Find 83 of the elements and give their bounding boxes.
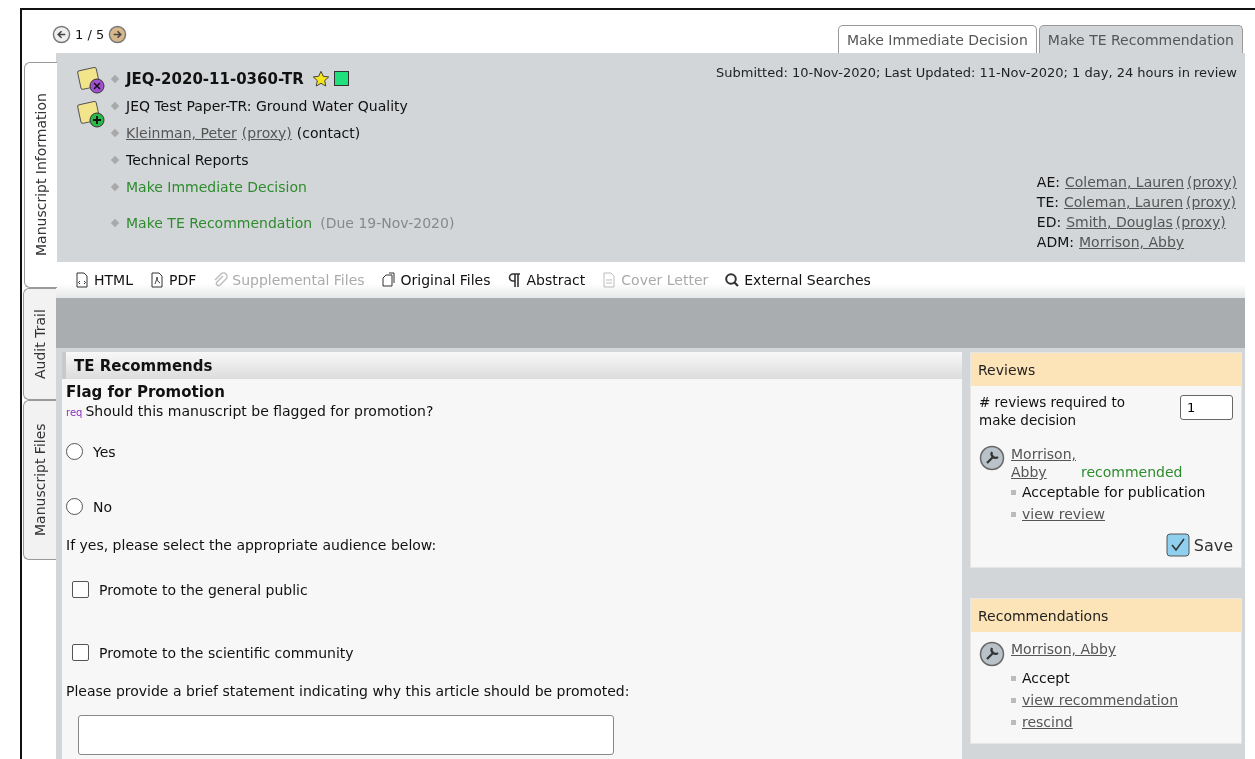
side-tab[interactable]: Manuscript Information	[24, 62, 57, 288]
star-icon[interactable]	[311, 69, 330, 88]
due-date: (Due 19-Nov-2020)	[320, 214, 455, 231]
radio-option[interactable]: No	[66, 498, 958, 515]
review-history: Submitted: 10-Nov-2020; Last Updated: 11-Nov-2020; 1 day, 24 hours in review	[715, 65, 1237, 80]
reviewer-link[interactable]: Morrison, Abby	[1011, 641, 1117, 667]
panel-title: Reviews	[971, 353, 1241, 386]
audience-prompt: If yes, please select the appropriate audience below:	[66, 537, 438, 553]
add-note-icon[interactable]	[76, 99, 106, 129]
section-title: Flag for Promotion	[66, 383, 226, 401]
author-link[interactable]: Kleinman, Peter	[126, 124, 237, 141]
required-marker: req	[66, 407, 83, 418]
statement-field[interactable]	[78, 715, 614, 755]
toolbar-button[interactable]: PDF	[148, 272, 197, 288]
statement-prompt: Please provide a brief statement indicating why this article should be promoted:	[66, 683, 631, 699]
editor-role: TE:	[1036, 193, 1059, 212]
radio-option[interactable]: Yes	[66, 443, 958, 460]
bullet-icon	[110, 182, 120, 191]
checkmark-icon	[1165, 533, 1190, 557]
toolbar-button[interactable]: HTML	[74, 272, 133, 288]
checkbox-option[interactable]: Promote to the scientific community	[66, 644, 958, 661]
detail-text: Acceptable for publication	[1022, 483, 1206, 502]
detail-link[interactable]: view review	[1022, 503, 1105, 525]
tab[interactable]: Make TE Recommendation	[1038, 25, 1243, 53]
bullet-icon	[1011, 675, 1016, 681]
bullet-icon	[110, 101, 120, 110]
author-role: (contact)	[296, 124, 361, 141]
bullet-icon	[1011, 719, 1016, 725]
checkbox-option[interactable]: Promote to the general public	[66, 581, 958, 598]
bullet-icon	[110, 218, 120, 227]
detail-link[interactable]: rescind	[1022, 711, 1073, 733]
proxy-link[interactable]: (proxy)	[1175, 212, 1226, 232]
editor-role: ED:	[1036, 213, 1062, 232]
proxy-link[interactable]: (proxy)	[1187, 172, 1237, 192]
document-icon	[601, 272, 618, 288]
tab[interactable]: Make Immediate Decision	[837, 25, 1037, 53]
manuscript-type: Technical Reports	[126, 151, 249, 168]
review-status: recommended	[1081, 464, 1183, 480]
status-square-icon	[333, 71, 349, 86]
detail-text: Accept	[1022, 669, 1070, 688]
page-counter: 1 / 5	[75, 27, 105, 42]
html-file-icon	[74, 272, 90, 288]
save-button[interactable]: Save	[1165, 533, 1233, 557]
required-reviews-label: # reviews required to make decision	[979, 393, 1126, 429]
editor-role: AE:	[1036, 173, 1060, 192]
toolbar-button[interactable]: Original Files	[380, 272, 491, 288]
bullet-icon	[1011, 489, 1016, 495]
toolbar-button[interactable]: Abstract	[506, 272, 586, 288]
reviewer-link[interactable]: Morrison, Abby	[1011, 445, 1076, 481]
editor-link[interactable]: Coleman, Lauren	[1065, 172, 1185, 192]
paperclip-icon	[212, 272, 229, 288]
wrench-icon	[979, 445, 1005, 471]
editor-role: ADM:	[1036, 233, 1074, 252]
proxy-link[interactable]: (proxy)	[1186, 192, 1236, 212]
pdf-file-icon	[148, 272, 165, 288]
manuscript-title: JEQ Test Paper-TR: Ground Water Quality	[126, 97, 408, 114]
note-icon[interactable]	[76, 65, 106, 95]
bullet-icon	[110, 74, 120, 83]
editor-link[interactable]: Smith, Douglas	[1066, 212, 1173, 232]
checkbox[interactable]	[72, 644, 89, 661]
radio-button[interactable]	[66, 498, 83, 515]
radio-button[interactable]	[66, 443, 83, 460]
proxy-link[interactable]: (proxy)	[241, 124, 292, 141]
toolbar-button[interactable]: External Searches	[724, 272, 871, 288]
bullet-icon	[110, 155, 120, 164]
pilcrow-icon	[506, 272, 523, 288]
question-text: Should this manuscript be flagged for promotion?	[85, 403, 434, 419]
bullet-icon	[110, 128, 120, 137]
side-tab[interactable]: Audit Trail	[23, 288, 56, 400]
panel-title: TE Recommends	[74, 356, 213, 375]
wrench-icon	[979, 641, 1005, 667]
checkbox[interactable]	[72, 581, 89, 598]
required-reviews-field[interactable]: 1	[1180, 395, 1233, 420]
search-icon	[724, 272, 741, 288]
editor-link[interactable]: Morrison, Abby	[1079, 232, 1185, 252]
manuscript-id: JEQ-2020-11-0360-TR	[126, 69, 304, 88]
editor-link[interactable]: Coleman, Lauren	[1064, 192, 1183, 212]
files-icon	[380, 272, 397, 288]
bullet-icon	[1011, 511, 1016, 517]
bullet-icon	[1011, 697, 1016, 703]
side-tab[interactable]: Manuscript Files	[23, 400, 56, 560]
panel-title: Recommendations	[971, 599, 1241, 632]
detail-link[interactable]: view recommendation	[1022, 689, 1179, 711]
